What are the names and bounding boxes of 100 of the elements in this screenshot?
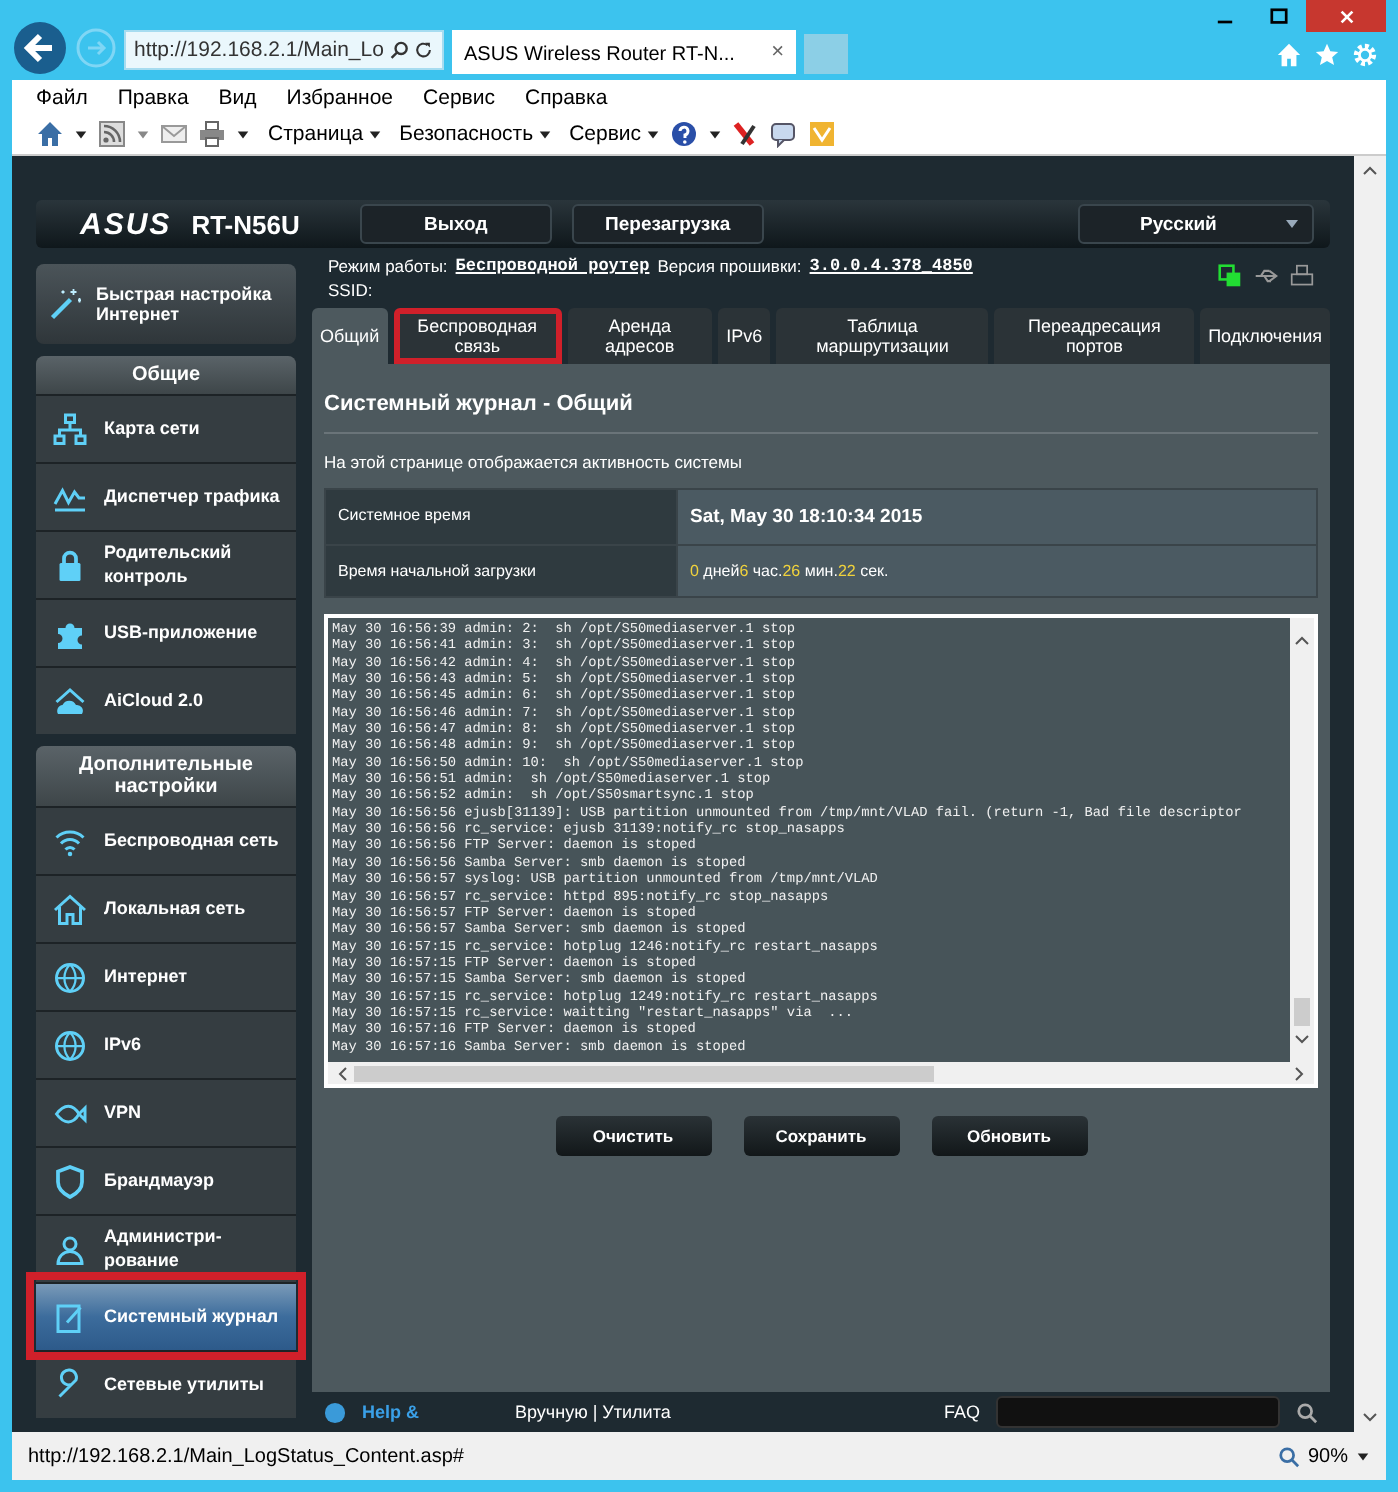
menu-item[interactable]: Избранное bbox=[286, 85, 394, 109]
sidebar-item[interactable]: Родительский контроль bbox=[36, 530, 296, 598]
back-icon[interactable] bbox=[12, 20, 68, 76]
table-cell: Системное время bbox=[326, 490, 676, 544]
close-tab-button[interactable]: × bbox=[771, 40, 784, 64]
caret-icon bbox=[537, 127, 552, 141]
faq-label: FAQ bbox=[943, 1402, 980, 1422]
browser-tab[interactable]: ASUS Wireless Router RT-N... × bbox=[452, 30, 796, 74]
firmware-label: Версия прошивки: bbox=[657, 256, 802, 276]
section-title: Общие bbox=[36, 356, 296, 394]
ssid-label: SSID: bbox=[328, 280, 373, 300]
home-icon[interactable] bbox=[36, 120, 64, 148]
address-field[interactable]: http://192.168.2.1/Main_Lo bbox=[124, 30, 444, 70]
close-icon bbox=[1337, 7, 1355, 25]
sidebar-item[interactable]: Брандмауэр bbox=[36, 1146, 296, 1214]
person-icon bbox=[52, 1231, 88, 1267]
caret-icon[interactable] bbox=[236, 127, 250, 141]
sidebar-item[interactable]: Диспетчер трафика bbox=[36, 462, 296, 530]
envelope-icon[interactable] bbox=[160, 120, 188, 148]
tab[interactable]: Переадресация портов bbox=[994, 308, 1195, 364]
printer-icon[interactable] bbox=[1290, 264, 1314, 288]
table-cell: Время начальной загрузки bbox=[326, 546, 676, 596]
model-name: RT-N56U bbox=[191, 209, 300, 239]
chat-icon[interactable] bbox=[769, 120, 798, 148]
tab[interactable]: IPv6 bbox=[718, 308, 771, 364]
table-cell: 0 дней6 час.26 мин.22 сек. bbox=[678, 546, 1316, 596]
scroll-up-icon[interactable] bbox=[1294, 634, 1310, 646]
caret-icon bbox=[645, 127, 660, 141]
menu-item[interactable]: Правка bbox=[117, 85, 189, 109]
help-link[interactable]: Help & bbox=[362, 1402, 420, 1422]
scroll-right-icon[interactable] bbox=[1294, 1065, 1306, 1081]
scroll-down-icon[interactable] bbox=[1362, 1412, 1378, 1424]
sidebar-item[interactable]: Интернет bbox=[36, 942, 296, 1010]
scroll-left-icon[interactable] bbox=[336, 1065, 348, 1081]
search-icon[interactable] bbox=[389, 40, 409, 60]
caret-icon bbox=[1284, 216, 1300, 232]
tab[interactable]: Беспроводная связь bbox=[393, 308, 562, 364]
zoom-level[interactable]: 90% bbox=[1307, 1445, 1348, 1467]
rss-icon[interactable] bbox=[98, 120, 126, 148]
tab[interactable]: Таблица маршрутизации bbox=[776, 308, 989, 364]
maximize-icon bbox=[1269, 7, 1287, 25]
table-cell: Sat, May 30 18:10:34 2015 bbox=[678, 490, 1316, 544]
scroll-up-icon[interactable] bbox=[1362, 164, 1378, 176]
sidebar-item[interactable]: Карта сети bbox=[36, 394, 296, 462]
caret-icon bbox=[367, 127, 382, 141]
menu-item[interactable]: Файл bbox=[36, 85, 88, 109]
logo: ASUS bbox=[80, 207, 172, 241]
search-field[interactable] bbox=[996, 1396, 1280, 1428]
minimize-icon bbox=[1215, 20, 1233, 24]
toolbar-menu[interactable]: Сервис bbox=[569, 122, 660, 146]
quick-setup-button[interactable]: Быстрая настройка Интернет bbox=[36, 264, 296, 344]
scroll-thumb[interactable] bbox=[1294, 998, 1310, 1026]
tab[interactable]: Общий bbox=[312, 308, 388, 364]
toolbar-menu[interactable]: Страница bbox=[268, 122, 382, 146]
notepad-icon bbox=[52, 1299, 88, 1335]
language-dropdown[interactable]: Русский bbox=[1078, 204, 1314, 244]
search-icon[interactable] bbox=[1296, 1401, 1318, 1423]
panel-description: На этой странице отображается активность системы bbox=[324, 450, 744, 476]
mode-link[interactable]: Беспроводной роутер bbox=[455, 256, 650, 276]
action-button[interactable]: Сохранить bbox=[743, 1116, 899, 1156]
caret-icon[interactable] bbox=[707, 127, 722, 141]
close-button[interactable] bbox=[1306, 0, 1386, 32]
caret-icon[interactable] bbox=[1356, 1449, 1370, 1463]
globe-icon bbox=[52, 1027, 88, 1063]
action-button[interactable]: Обновить bbox=[931, 1116, 1087, 1156]
panel-title: Системный журнал - Общий bbox=[324, 380, 1318, 434]
house-icon bbox=[52, 891, 88, 927]
action-button[interactable]: Очистить bbox=[555, 1116, 711, 1156]
cloud-house-icon bbox=[52, 683, 88, 719]
sidebar-item[interactable]: USB-приложение bbox=[36, 598, 296, 666]
sidebar-item[interactable]: Беспроводная сеть bbox=[36, 806, 296, 874]
network-status-icon[interactable] bbox=[1218, 264, 1242, 288]
sidebar-item[interactable]: AiCloud 2.0 bbox=[36, 666, 296, 734]
mode-label: Режим работы: bbox=[328, 256, 448, 276]
tab[interactable]: Аренда адресов bbox=[567, 308, 713, 364]
star-icon[interactable] bbox=[1314, 42, 1340, 68]
tab[interactable]: Подключения bbox=[1200, 308, 1330, 364]
firmware-link[interactable]: 3.0.0.4.378_4850 bbox=[809, 256, 973, 276]
network-map-icon bbox=[52, 411, 88, 447]
usb-icon[interactable] bbox=[1254, 264, 1278, 288]
toolbar-menu[interactable]: Безопасность bbox=[399, 122, 552, 146]
scroll-thumb[interactable] bbox=[354, 1065, 934, 1081]
caret-icon[interactable] bbox=[74, 127, 88, 141]
menu-item[interactable]: Справка bbox=[524, 85, 608, 109]
globe-icon bbox=[52, 959, 88, 995]
sidebar-item[interactable]: Локальная сеть bbox=[36, 874, 296, 942]
section-title: Дополнительные настройки bbox=[36, 746, 296, 806]
menu-item[interactable]: Сервис bbox=[423, 85, 495, 109]
magic-wand-icon bbox=[48, 286, 84, 322]
printer-icon[interactable] bbox=[198, 120, 226, 148]
scroll-down-icon[interactable] bbox=[1294, 1034, 1310, 1046]
refresh-icon[interactable] bbox=[414, 40, 434, 60]
status-url: http://192.168.2.1/Main_LogStatus_Content.asp# bbox=[28, 1445, 464, 1467]
menu-item[interactable]: Вид bbox=[218, 85, 257, 109]
zoom-icon[interactable] bbox=[1277, 1445, 1300, 1467]
sidebar-item[interactable]: VPN bbox=[36, 1078, 296, 1146]
sidebar-item[interactable]: IPv6 bbox=[36, 1010, 296, 1078]
header-button[interactable]: Перезагрузка bbox=[571, 204, 764, 244]
header-button[interactable]: Выход bbox=[359, 204, 552, 244]
footer-links: Вручную | Утилита bbox=[515, 1402, 671, 1422]
